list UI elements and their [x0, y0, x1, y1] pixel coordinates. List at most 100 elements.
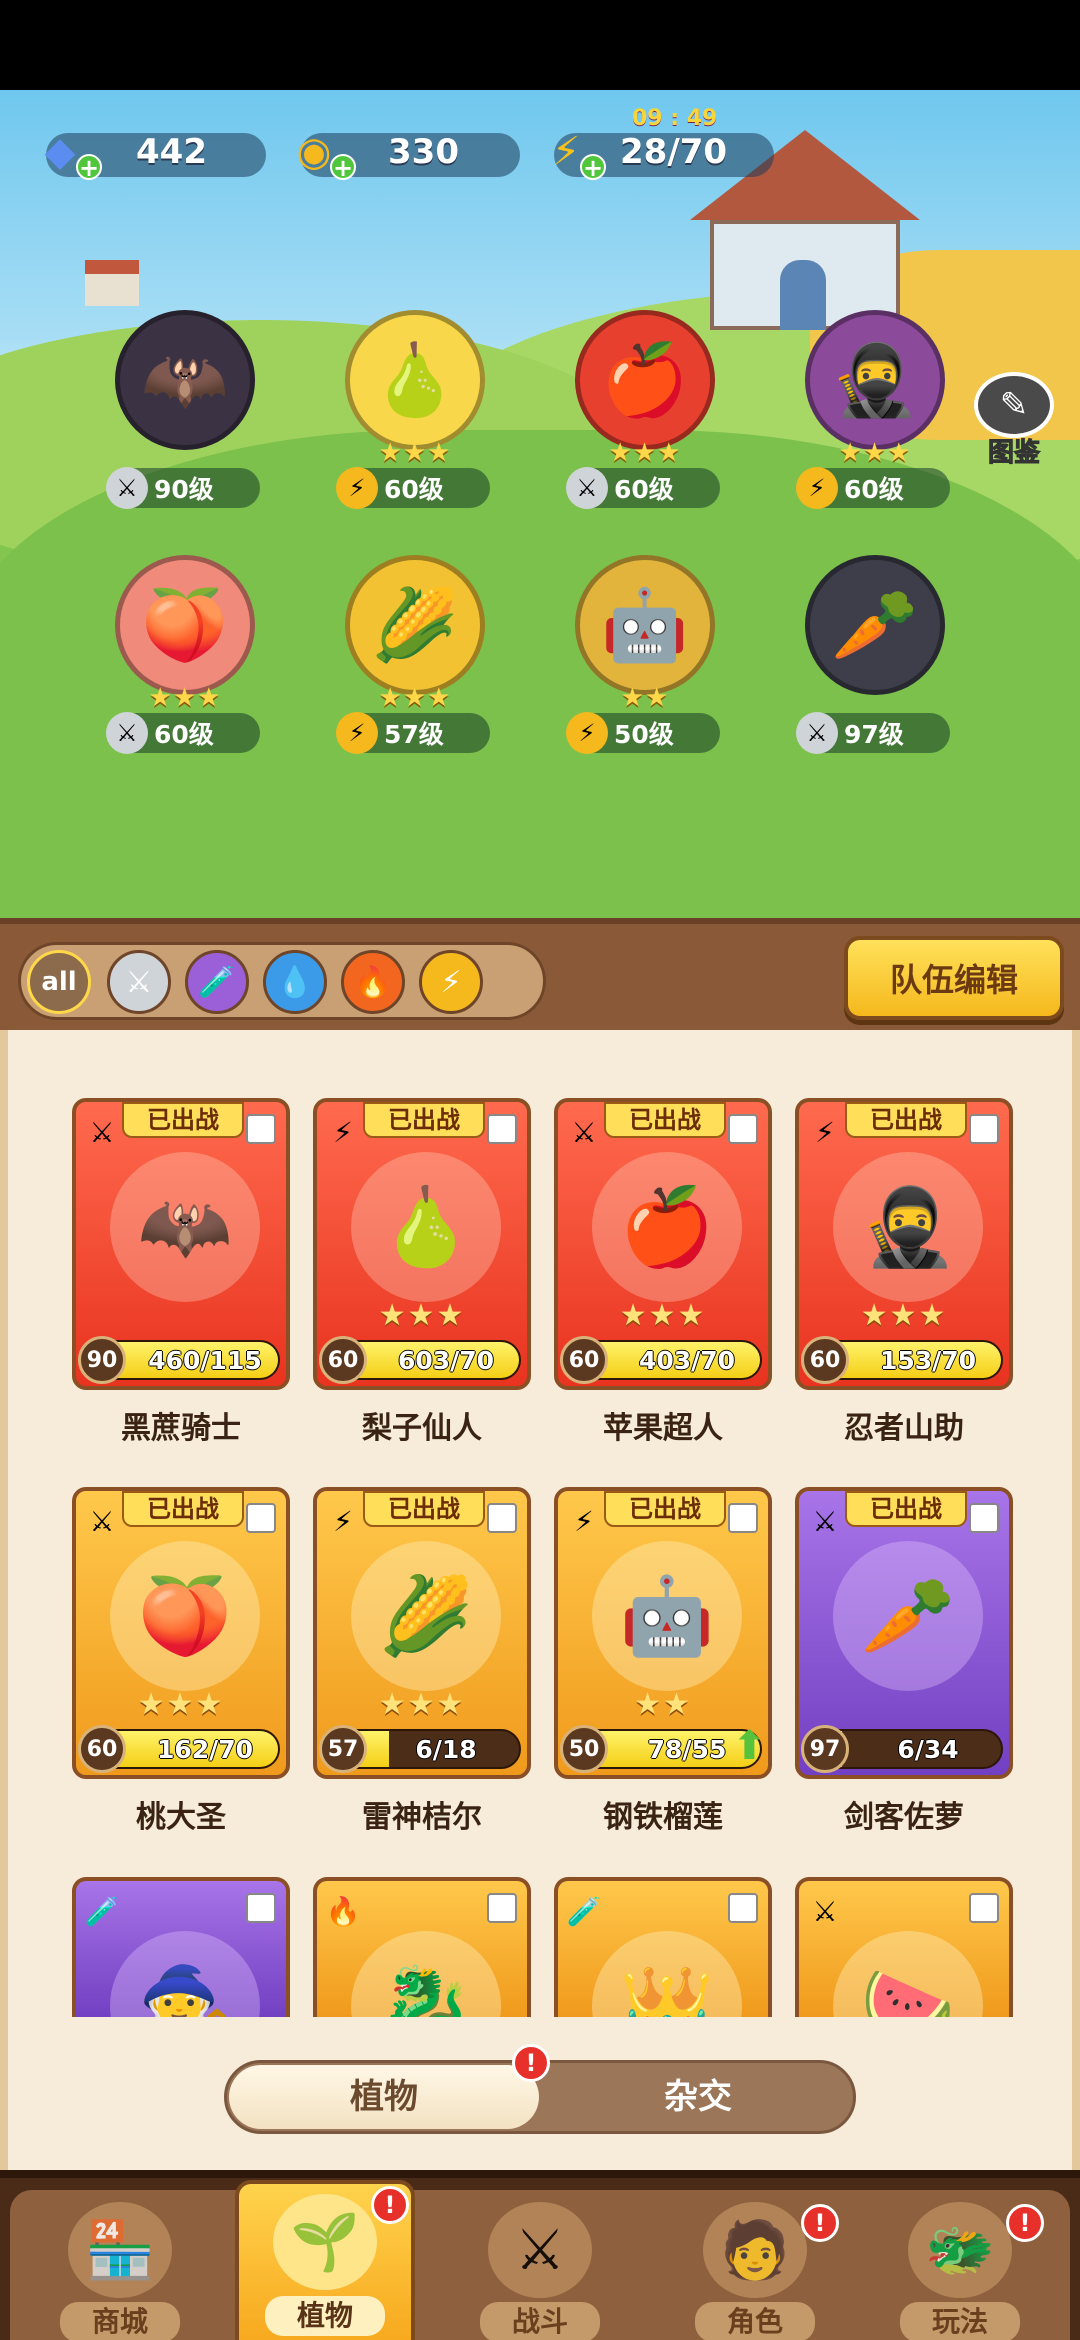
- hero-sprite: 🤖: [575, 555, 715, 695]
- deployed-banner: 已出战: [845, 1102, 967, 1138]
- shard-progress-text: 153/70: [879, 1346, 977, 1375]
- type-icon: ⚔: [812, 1894, 838, 1928]
- status-bar: [0, 0, 1080, 90]
- plant-portrait: 🤖: [592, 1541, 742, 1691]
- type-icon: 🧪: [566, 1894, 602, 1928]
- plant-name: 苹果超人: [603, 1411, 723, 1446]
- formation-icon: [728, 1114, 758, 1144]
- plant-card[interactable]: ⚔ 🍉: [795, 1877, 1013, 2017]
- hero-slot[interactable]: 🍎 ★★★ ⚔ 60级: [560, 310, 730, 520]
- hero-sprite: 🥕: [805, 555, 945, 695]
- hero-sprite: 🍎: [575, 310, 715, 450]
- nav-alert-badge: !: [1006, 2204, 1044, 2242]
- shard-progress-text: 603/70: [397, 1346, 495, 1375]
- filter-potion-button[interactable]: 🧪: [185, 950, 249, 1014]
- plant-card-grid: ⚔ 已出战 🦇 460/115 90 黑蔗骑士 ⚡ 已出战 🍐 ★★★ 603/70 60 梨子仙人 ⚔ 已…: [0, 1030, 1080, 2170]
- plant-card[interactable]: ⚔ 已出战 🥕 6/34 97: [795, 1487, 1013, 1779]
- filter-all-button[interactable]: all: [27, 950, 91, 1014]
- plant-card[interactable]: ⚔ 已出战 🍑 ★★★ 162/70 60: [72, 1487, 290, 1779]
- nav-label: 战斗: [480, 2302, 600, 2340]
- formation-icon: [487, 1503, 517, 1533]
- plant-portrait: 🥕: [833, 1541, 983, 1691]
- plant-portrait: 🌽: [351, 1541, 501, 1691]
- card-stars: ★★★: [137, 1687, 225, 1722]
- type-icon: ⚔: [89, 1115, 115, 1149]
- type-icon: ⚡: [333, 1115, 353, 1149]
- type-icon: ⚔: [89, 1504, 115, 1538]
- filter-sword-button[interactable]: ⚔: [107, 950, 171, 1014]
- hero-slot[interactable]: 🌽 ★★★ ⚡ 57级: [330, 555, 500, 765]
- plant-card[interactable]: ⚔ 已出战 🦇 460/115 90: [72, 1098, 290, 1390]
- nav-gameplay[interactable]: 🐲 玩法!: [870, 2198, 1050, 2340]
- hero-sprite: 🍐: [345, 310, 485, 450]
- hero-level-badge: ⚔ 60级: [106, 712, 260, 754]
- hero-slot[interactable]: 🥕 ⚔ 97级: [790, 555, 960, 765]
- team-edit-button[interactable]: 队伍编辑: [844, 936, 1064, 1020]
- type-icon: ⚔: [571, 1115, 597, 1149]
- plant-portrait: 🍉: [833, 1931, 983, 2017]
- hero-level-badge: ⚡ 60级: [796, 467, 950, 509]
- card-level: 60: [78, 1725, 126, 1773]
- filter-bar: all ⚔ 🧪 💧 🔥 ⚡ 队伍编辑: [0, 918, 1080, 1030]
- book-icon: ✎: [974, 372, 1054, 438]
- hero-slot[interactable]: 🍐 ★★★ ⚡ 60级: [330, 310, 500, 520]
- plant-card[interactable]: 🔥 🐉: [313, 1877, 531, 2017]
- filter-fire-button[interactable]: 🔥: [341, 950, 405, 1014]
- plant-card[interactable]: ⚡ 已出战 🥷 ★★★ 153/70 60: [795, 1098, 1013, 1390]
- energy-plus-icon[interactable]: +: [580, 154, 606, 180]
- nav-character[interactable]: 🧑 角色!: [665, 2198, 845, 2340]
- card-level: 60: [319, 1336, 367, 1384]
- hero-slot[interactable]: 🥷 ★★★ ⚡ 60级: [790, 310, 960, 520]
- hero-level-badge: ⚡ 57级: [336, 712, 490, 754]
- gold-value: 330: [388, 132, 459, 172]
- tab-hybrid[interactable]: 杂交: [543, 2065, 853, 2129]
- deployed-banner: 已出战: [604, 1491, 726, 1527]
- type-icon: ⚔: [106, 467, 148, 509]
- type-icon: ⚔: [566, 467, 608, 509]
- gems-plus-icon[interactable]: +: [76, 154, 102, 180]
- hero-slot[interactable]: 🍑 ★★★ ⚔ 60级: [100, 555, 270, 765]
- shop-icon: 🏪: [68, 2202, 172, 2298]
- plant-icon: 🌱: [273, 2194, 377, 2290]
- plant-portrait: 👑: [592, 1931, 742, 2017]
- plant-portrait: 🐉: [351, 1931, 501, 2017]
- card-stars: ★★★: [378, 1298, 466, 1333]
- plant-portrait: 🍐: [351, 1152, 501, 1302]
- hero-level: 60级: [384, 475, 444, 504]
- hero-slot[interactable]: 🦇 ⚔ 90级: [100, 310, 270, 520]
- hero-slot[interactable]: 🤖 ★★ ⚡ 50级: [560, 555, 730, 765]
- nav-shop[interactable]: 🏪 商城: [30, 2198, 210, 2340]
- upgrade-arrow-icon[interactable]: ⬆: [732, 1723, 766, 1769]
- hero-level-badge: ⚔ 60级: [566, 467, 720, 509]
- plant-card[interactable]: 🧪 🧙: [72, 1877, 290, 2017]
- plant-card[interactable]: ⚡ 已出战 🌽 ★★★ 6/18 57: [313, 1487, 531, 1779]
- plant-card[interactable]: ⚡ 已出战 🍐 ★★★ 603/70 60: [313, 1098, 531, 1390]
- shard-progress-text: 6/34: [897, 1735, 959, 1764]
- codex-button[interactable]: ✎ 图鉴: [968, 372, 1060, 472]
- formation-icon: [246, 1503, 276, 1533]
- hero-stars: ★★: [620, 683, 670, 713]
- shard-progress-text: 162/70: [156, 1735, 254, 1764]
- codex-label: 图鉴: [987, 438, 1040, 469]
- deployed-banner: 已出战: [363, 1102, 485, 1138]
- character-icon: 🧑: [703, 2202, 807, 2298]
- tab-plants[interactable]: 植物: [229, 2065, 539, 2129]
- type-icon: ⚔: [796, 712, 838, 754]
- hero-level: 60级: [154, 720, 214, 749]
- type-icon: ⚡: [796, 467, 838, 509]
- type-icon: ⚡: [574, 1504, 594, 1538]
- nav-battle[interactable]: ⚔ 战斗: [450, 2198, 630, 2340]
- plant-card[interactable]: ⚔ 已出战 🍎 ★★★ 403/70 60: [554, 1098, 772, 1390]
- gold-plus-icon[interactable]: +: [330, 154, 356, 180]
- plant-card[interactable]: 🧪 👑: [554, 1877, 772, 2017]
- type-icon: 🧪: [84, 1894, 120, 1928]
- filter-lightning-button[interactable]: ⚡: [419, 950, 483, 1014]
- nav-plants[interactable]: 🌱 植物!: [235, 2180, 415, 2340]
- type-filters: all ⚔ 🧪 💧 🔥 ⚡: [18, 942, 546, 1020]
- filter-water-button[interactable]: 💧: [263, 950, 327, 1014]
- plant-portrait: 🧙: [110, 1931, 260, 2017]
- formation-icon: [969, 1114, 999, 1144]
- plant-portrait: 🍑: [110, 1541, 260, 1691]
- small-house: [85, 260, 139, 306]
- plant-card[interactable]: ⚡ 已出战 🤖 ★★ 78/55 50 ⬆: [554, 1487, 772, 1779]
